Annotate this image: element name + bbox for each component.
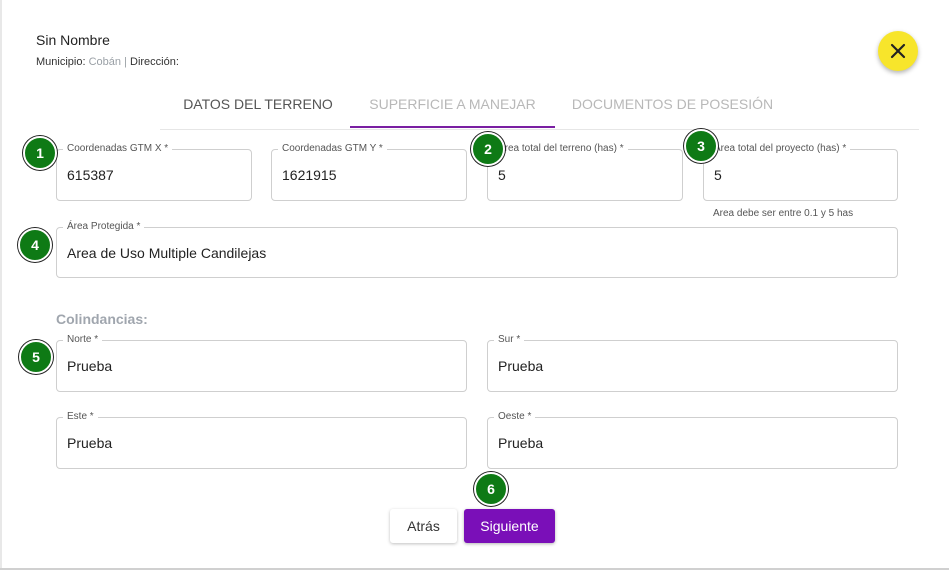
tab-superficie-a-manejar[interactable]: SUPERFICIE A MANEJAR bbox=[350, 88, 555, 128]
modal-dialog: Sin Nombre Municipio: Cobán | Dirección:… bbox=[0, 0, 949, 570]
sur-value: Prueba bbox=[498, 358, 544, 374]
municipio-value: Cobán bbox=[88, 56, 122, 68]
colindancias-title: Colindancias: bbox=[56, 311, 148, 327]
backdrop-edge-left bbox=[0, 0, 2, 570]
area-proyecto-value: 5 bbox=[714, 167, 722, 183]
este-value: Prueba bbox=[67, 435, 113, 451]
gtm-y-value: 1621915 bbox=[282, 167, 337, 183]
direccion-label: Dirección: bbox=[130, 56, 179, 68]
next-button[interactable]: Siguiente bbox=[464, 509, 555, 543]
step-badge-6: 6 bbox=[474, 472, 508, 506]
tab-datos-del-terreno[interactable]: DATOS DEL TERRENO bbox=[160, 88, 356, 128]
back-button[interactable]: Atrás bbox=[390, 509, 457, 543]
area-proyecto-field[interactable]: Área total del proyecto (has) * 5 bbox=[703, 142, 898, 201]
area-protegida-field[interactable]: Área Protegida * Area de Uso Multiple Ca… bbox=[56, 220, 898, 278]
owner-name: Sin Nombre bbox=[36, 32, 110, 48]
step-badge-2: 2 bbox=[471, 132, 505, 166]
area-proyecto-hint: Area debe ser entre 0.1 y 5 has bbox=[713, 208, 854, 219]
tab-bar: DATOS DEL TERRENO SUPERFICIE A MANEJAR D… bbox=[160, 88, 919, 130]
step-badge-5: 5 bbox=[19, 340, 53, 374]
area-protegida-value: Area de Uso Multiple Candilejas bbox=[67, 244, 267, 261]
owner-meta: Municipio: Cobán | Dirección: bbox=[36, 56, 179, 68]
meta-separator: | bbox=[124, 56, 127, 68]
gtm-x-value: 615387 bbox=[67, 167, 114, 183]
municipio-label: Municipio: bbox=[36, 56, 86, 68]
oeste-field[interactable]: Oeste * Prueba bbox=[487, 410, 898, 469]
oeste-value: Prueba bbox=[498, 435, 544, 451]
tab-documentos-de-posesion[interactable]: DOCUMENTOS DE POSESIÓN bbox=[565, 88, 780, 128]
area-terreno-value: 5 bbox=[498, 167, 506, 183]
norte-field[interactable]: Norte * Prueba bbox=[56, 333, 467, 392]
step-badge-3: 3 bbox=[684, 129, 718, 163]
norte-value: Prueba bbox=[67, 358, 113, 374]
sur-field[interactable]: Sur * Prueba bbox=[487, 333, 898, 392]
step-badge-4: 4 bbox=[18, 228, 52, 262]
close-button[interactable] bbox=[878, 31, 918, 71]
este-field[interactable]: Este * Prueba bbox=[56, 410, 467, 469]
gtm-y-field[interactable]: Coordenadas GTM Y * 1621915 bbox=[271, 142, 467, 201]
close-icon bbox=[890, 43, 906, 59]
gtm-x-field[interactable]: Coordenadas GTM X * 615387 bbox=[56, 142, 252, 201]
area-terreno-field[interactable]: Área total del terreno (has) * 5 bbox=[487, 142, 683, 201]
step-badge-1: 1 bbox=[23, 136, 57, 170]
